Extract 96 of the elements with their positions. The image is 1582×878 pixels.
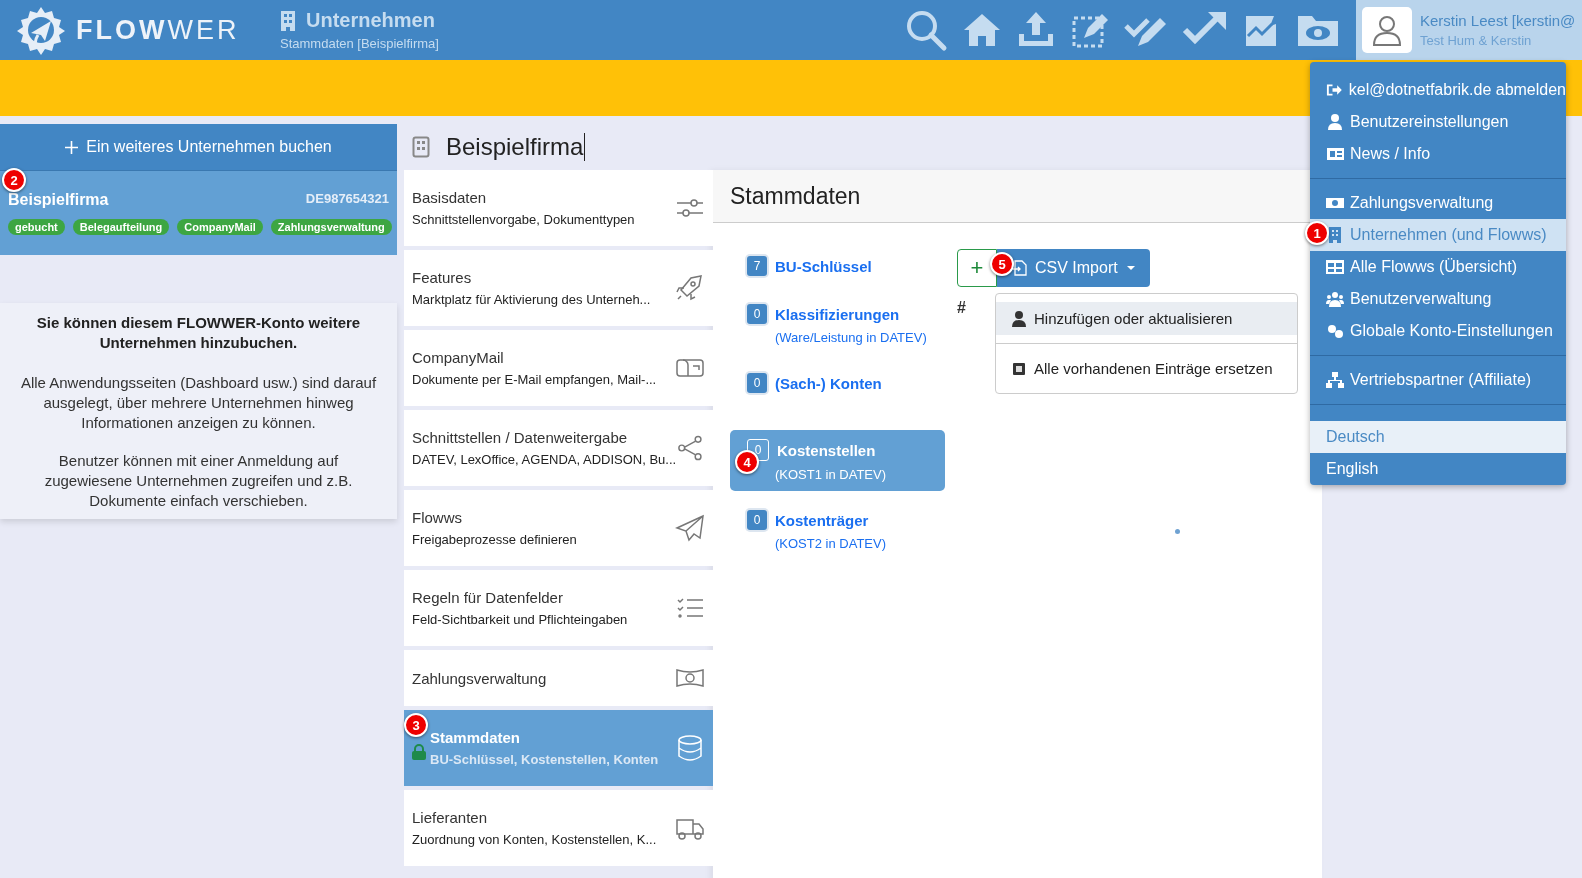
tag: CompanyMail — [177, 219, 263, 235]
building-icon — [280, 10, 296, 31]
section-card[interactable]: Features Marktplatz für Aktivierung des Unterneh... — [404, 250, 713, 326]
language-option[interactable]: English — [1310, 453, 1566, 485]
banknote-icon — [1326, 195, 1344, 211]
info-heading: Sie können diesem FLOWWER-Konto weitere Unternehmen hinzubuchen. — [35, 313, 362, 353]
section-title: CompanyMail — [412, 349, 505, 366]
vat-id: DE987654321 — [305, 191, 389, 208]
chip-icon — [1012, 361, 1026, 376]
tag: Belegaufteilung — [72, 219, 170, 235]
section-description: Freigabeprozesse definieren — [412, 532, 578, 547]
menu-item[interactable]: kel@dotnetfabrik.de abmelden — [1310, 74, 1566, 106]
item-label: Kostenträger — [775, 511, 869, 529]
search-icon[interactable] — [904, 8, 948, 52]
menu-item[interactable]: Alle Flowws (Übersicht) — [1310, 251, 1566, 283]
sitemap-icon — [1326, 372, 1344, 388]
item-note: (Ware/Leistung in DATEV) — [774, 330, 928, 345]
item-note: (KOST1 in DATEV) — [774, 467, 887, 482]
tag: Zahlungsverwaltung — [270, 219, 392, 235]
language-option[interactable]: Deutsch — [1310, 421, 1566, 453]
section-card[interactable]: Schnittstellen / Datenweitergabe DATEV, LexOffice, AGENDA, ADDISON, Bu... — [404, 410, 713, 486]
share-icon — [676, 434, 705, 462]
section-description: Marktplatz für Aktivierung des Unterneh... — [412, 292, 652, 307]
database-icon — [675, 734, 705, 762]
file-import-icon — [1013, 260, 1027, 276]
menu-item[interactable]: Zahlungsverwaltung — [1310, 187, 1566, 219]
menu-item[interactable]: Alle vorhandenen Einträge ersetzen — [996, 343, 1297, 385]
master-data-item[interactable]: 0 Kostenträger (KOST2 in DATEV) — [730, 501, 945, 560]
item-label: Kostenstellen — [777, 441, 876, 459]
company-name: Beispielfirma — [8, 191, 109, 209]
section-title: Stammdaten — [430, 729, 522, 746]
section-card[interactable]: Lieferanten Zuordnung von Konten, Kostenstellen, K... — [404, 790, 713, 866]
column-header: # — [957, 298, 967, 318]
section-description: DATEV, LexOffice, AGENDA, ADDISON, Bu... — [412, 452, 677, 467]
master-data-item[interactable]: 0 (Sach-) Konten — [730, 364, 945, 402]
count-badge: 0 — [747, 373, 767, 393]
plus-icon — [65, 140, 79, 154]
section-card[interactable]: Regeln für Datenfelder Feld-Sichtbarkeit und Pflichteingaben — [404, 570, 713, 646]
section-description: Feld-Sichtbarkeit und Pflichteingaben — [412, 612, 629, 627]
logout-icon — [1326, 82, 1343, 98]
grid-icon — [1326, 259, 1344, 275]
menu-item[interactable]: Globale Konto-Einstellungen — [1310, 315, 1566, 347]
organization-name: Test Hum & Kerstin — [1420, 33, 1533, 48]
section-title: Features — [412, 269, 473, 286]
book-company-button[interactable]: Ein weiteres Unternehmen buchen — [0, 124, 397, 171]
menu-item[interactable]: News / Info — [1310, 138, 1566, 170]
section-description: Dokumente per E-Mail empfangen, Mail-... — [412, 372, 658, 387]
person-icon — [1012, 310, 1026, 327]
count-badge: 0 — [747, 510, 767, 530]
newspaper-icon — [1326, 146, 1344, 162]
item-note: (KOST2 in DATEV) — [774, 536, 887, 551]
section-card[interactable]: Basisdaten Schnittstellenvorgabe, Dokumenttypen — [404, 170, 713, 246]
section-title: Lieferanten — [412, 809, 489, 826]
gear-logo-icon[interactable] — [16, 5, 66, 55]
user-name: Kerstin Leest [kerstin@ — [1420, 12, 1576, 29]
breadcrumb: Stammdaten [Beispielfirma] — [280, 36, 439, 51]
item-label: BU-Schlüssel — [775, 257, 872, 275]
section-description: Zuordnung von Konten, Kostenstellen, K... — [412, 832, 658, 847]
rocket-icon — [675, 274, 705, 302]
add-button[interactable]: + — [957, 249, 997, 287]
count-badge: 0 — [747, 304, 767, 324]
avatar-icon — [1362, 7, 1412, 53]
section-title: Basisdaten — [412, 189, 488, 206]
page-heading: Unternehmen — [306, 9, 435, 32]
tag: gebucht — [8, 219, 65, 235]
section-description: Schnittstellenvorgabe, Dokumenttypen — [412, 212, 636, 227]
info-text: Benutzer können mit einer Anmeldung auf zugewiesene Unternehmen zugreifen und z.B. Dokumente einfach verschieben. — [43, 451, 354, 511]
menu-item[interactable]: Benutzereinstellungen — [1310, 106, 1566, 138]
section-title: Schnittstellen / Datenweitergabe — [412, 429, 629, 446]
section-card[interactable]: CompanyMail Dokumente per E-Mail empfangen, Mail-... — [404, 330, 713, 406]
info-text: Alle Anwendungsseiten (Dashboard usw.) sind darauf ausgelegt, über mehrere Unternehmen hinweg Informationen anzeigen zu können. — [19, 373, 378, 433]
caret-icon — [1125, 265, 1136, 271]
section-title: Flowws — [412, 509, 463, 526]
menu-item[interactable]: Vertriebspartner (Affiliate) — [1310, 364, 1566, 396]
company-title: Beispielfirma — [446, 133, 586, 161]
section-title: Zahlungsverwaltung — [412, 669, 548, 687]
item-label: Klassifizierungen — [775, 305, 900, 323]
users-icon — [1326, 291, 1344, 307]
master-data-item[interactable]: 7 BU-Schlüssel — [730, 247, 945, 285]
paper-plane-icon — [675, 514, 705, 542]
person-icon — [1326, 114, 1344, 130]
section-title: Regeln für Datenfelder — [412, 589, 564, 606]
master-data-item[interactable]: 0 Klassifizierungen (Ware/Leistung in DATEV) — [730, 295, 945, 354]
menu-item[interactable]: Hinzufügen oder aktualisieren — [996, 302, 1297, 335]
item-label: (Sach-) Konten — [775, 374, 882, 392]
content-title: Stammdaten — [730, 182, 861, 210]
loading-dot — [1175, 529, 1180, 534]
section-card[interactable]: Zahlungsverwaltung — [404, 650, 713, 706]
count-badge: 7 — [747, 256, 767, 276]
section-card[interactable]: Flowws Freigabeprozesse definieren — [404, 490, 713, 566]
menu-item[interactable]: Benutzerverwaltung — [1310, 283, 1566, 315]
user-panel[interactable]: Kerstin Leest [kerstin@ Test Hum & Kerstin — [1356, 0, 1582, 60]
section-description: BU-Schlüssel, Kostenstellen, Konten — [430, 752, 660, 767]
building-icon — [1326, 227, 1344, 243]
building-icon — [412, 136, 430, 158]
logo-text: FLOWWER — [76, 14, 240, 46]
